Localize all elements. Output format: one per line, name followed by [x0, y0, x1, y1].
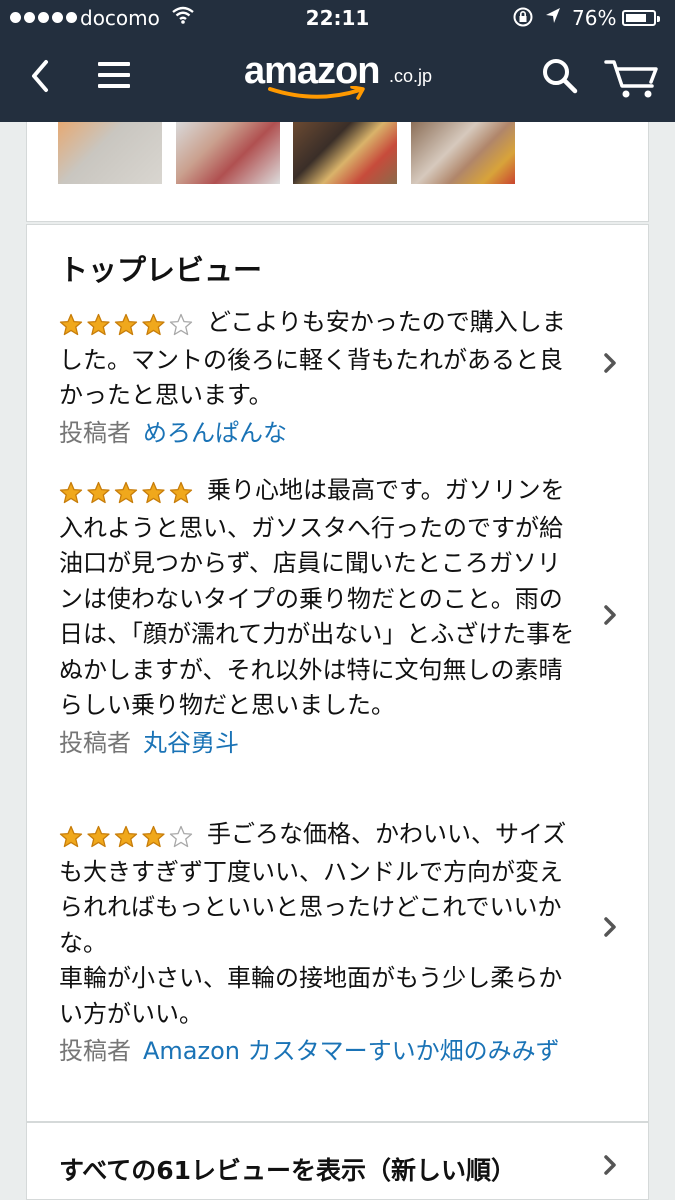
customer-photo[interactable] [58, 122, 162, 184]
hamburger-menu-icon [98, 62, 130, 88]
search-button[interactable] [540, 56, 580, 96]
star-rating [59, 819, 197, 855]
star-rating [59, 475, 197, 511]
location-arrow-icon [544, 6, 562, 31]
author-prefix: 投稿者 [59, 1037, 131, 1065]
chevron-right-icon [604, 605, 616, 625]
cart-icon [604, 60, 658, 98]
review-text: 乗り心地は最高です。ガソリンを入れようと思い、ガソスタへ行ったのですが給油口が見… [59, 473, 579, 724]
review-author: 投稿者 Amazon カスタマーすいか畑のみみず [59, 1034, 639, 1069]
chevron-right-icon [604, 917, 616, 937]
author-name-link[interactable]: Amazon カスタマーすいか畑のみみず [143, 1037, 560, 1065]
author-prefix: 投稿者 [59, 728, 131, 757]
author-name-link[interactable]: 丸谷勇斗 [143, 729, 239, 757]
review-item[interactable]: 乗り心地は最高です。ガソリンを入れようと思い、ガソスタへ行ったのですが給油口が見… [59, 473, 616, 761]
battery-percent: 76% [572, 6, 617, 30]
rotation-lock-icon [512, 6, 534, 33]
customer-photos-card [26, 122, 649, 222]
customer-photo[interactable] [293, 122, 397, 184]
customer-photo[interactable] [411, 122, 515, 184]
review-item[interactable]: どこよりも安かったので購入しました。マントの後ろに軽く背もたれがあると良かったと… [59, 305, 616, 451]
cart-button[interactable] [604, 56, 660, 100]
smile-arrow-icon [268, 86, 365, 100]
see-all-reviews-label: すべての61レビューを表示（新しい順） [59, 1156, 517, 1185]
chevron-right-icon [604, 1155, 616, 1175]
author-name-link[interactable]: めろんぱんな [143, 419, 287, 447]
review-author: 投稿者 丸谷勇斗 [59, 726, 579, 761]
review-item[interactable]: 手ごろな価格、かわいい、サイズも大きすぎず丁度いい、ハンドルで方向が変えられれば… [59, 817, 619, 1069]
top-reviews-card: トップレビュー どこよりも安かったので購入しました。マントの後ろに軽く背もたれが… [26, 224, 649, 1122]
status-bar: docomo 22:11 76% [0, 0, 675, 38]
battery-fill [626, 14, 646, 22]
back-chevron-icon [32, 60, 48, 92]
top-bar: docomo 22:11 76% amazon .co.jp [0, 0, 675, 122]
review-text: どこよりも安かったので購入しました。マントの後ろに軽く背もたれがあると良かったと… [59, 305, 579, 414]
review-text: 手ごろな価格、かわいい、サイズも大きすぎず丁度いい、ハンドルで方向が変えられれば… [59, 817, 579, 1032]
review-body-line2: 車輪が小さい、車輪の接地面がもう少し柔らかい方がいい。 [59, 964, 563, 1028]
see-all-reviews-button[interactable]: すべての61レビューを表示（新しい順） [26, 1122, 649, 1200]
section-title: トップレビュー [59, 253, 263, 287]
customer-photo[interactable] [176, 122, 280, 184]
logo-tld: .co.jp [389, 66, 433, 86]
review-author: 投稿者 めろんぱんな [59, 416, 579, 451]
battery-icon [622, 10, 660, 26]
star-rating [59, 307, 197, 343]
review-body: 乗り心地は最高です。ガソリンを入れようと思い、ガソスタへ行ったのですが給油口が見… [59, 476, 575, 719]
menu-button[interactable] [96, 58, 134, 94]
author-prefix: 投稿者 [59, 418, 131, 447]
back-button[interactable] [22, 52, 62, 100]
chevron-right-icon [604, 353, 616, 373]
amazon-logo[interactable]: amazon .co.jp [244, 50, 444, 104]
search-icon [543, 59, 578, 94]
